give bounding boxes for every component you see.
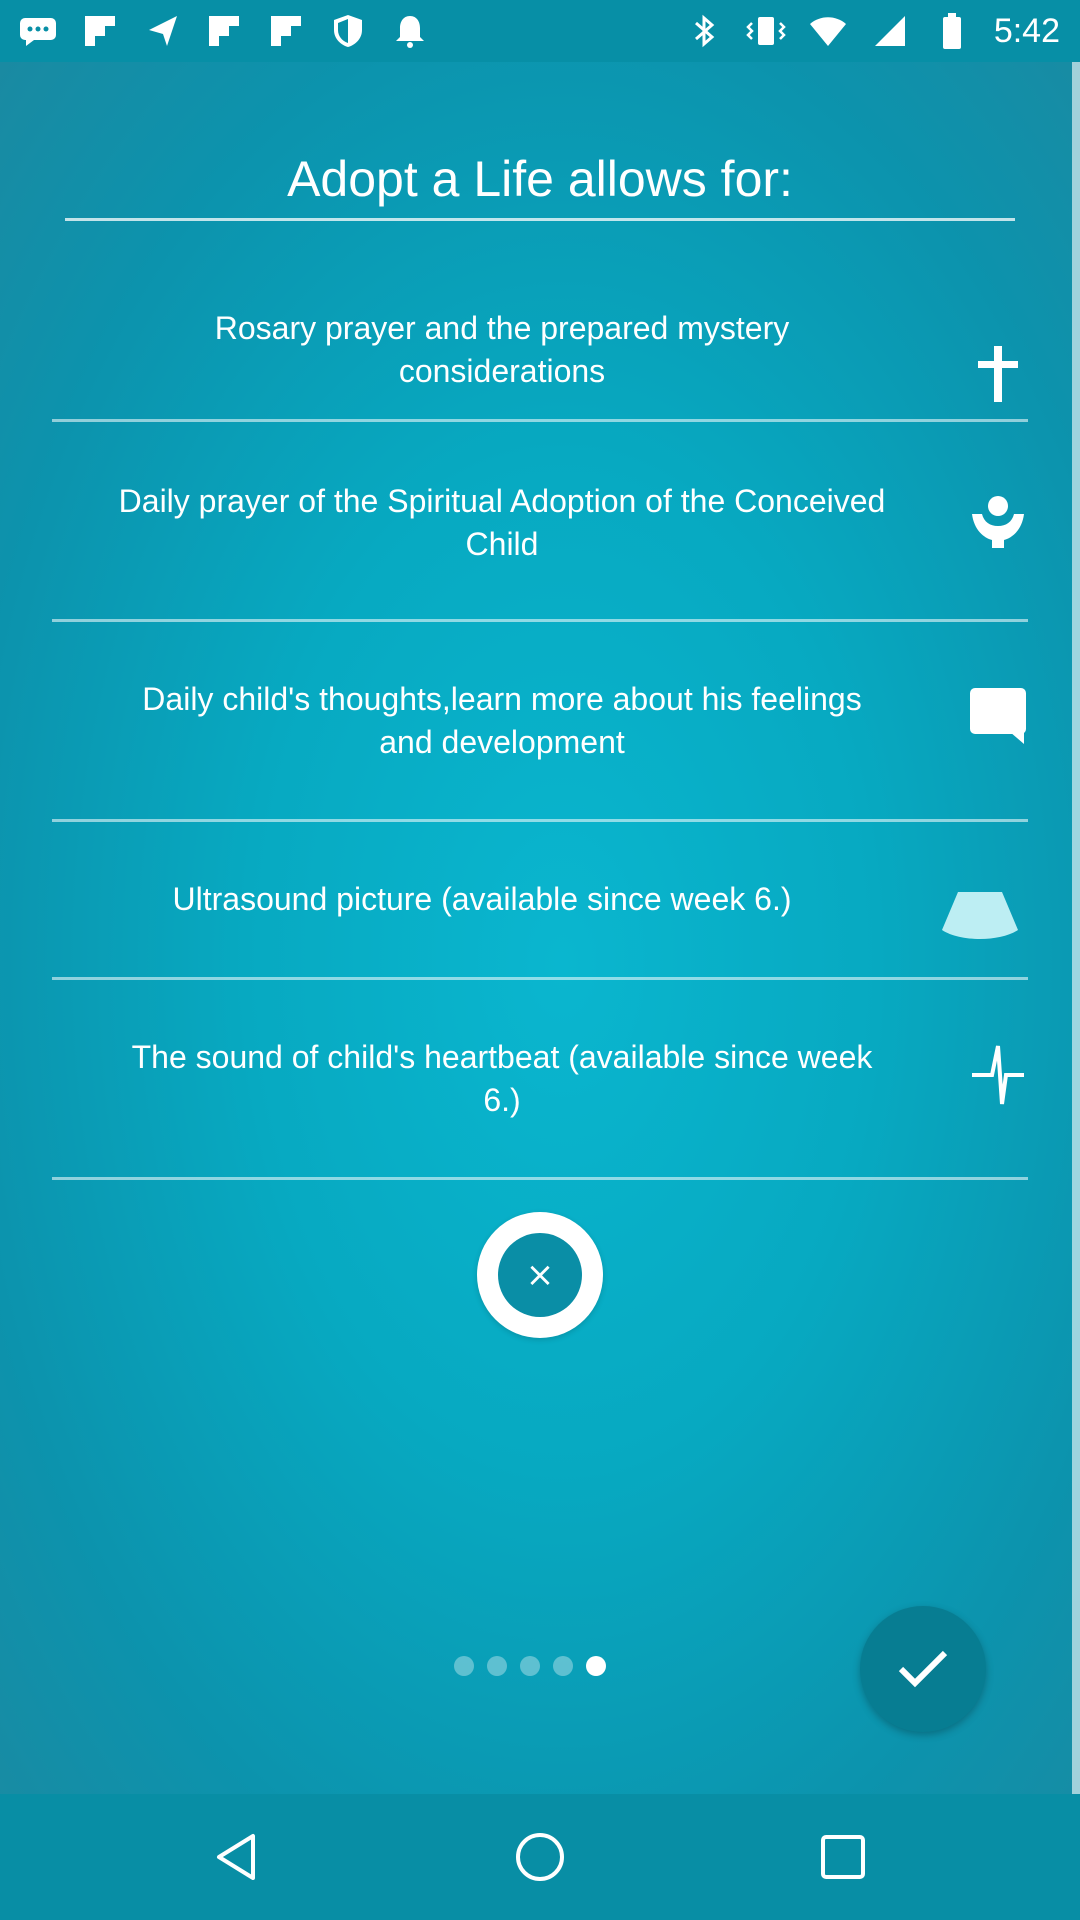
page-dot[interactable] <box>454 1656 474 1676</box>
status-bar: 5:42 <box>0 0 1080 62</box>
bell-icon <box>390 11 430 51</box>
feature-item: Daily child's thoughts,learn more about … <box>52 622 1028 822</box>
shield-icon <box>328 11 368 51</box>
bluetooth-icon <box>684 11 724 51</box>
dismiss-button[interactable]: × <box>477 1212 603 1338</box>
wifi-icon <box>808 11 848 51</box>
battery-icon <box>932 11 972 51</box>
feature-text: Daily prayer of the Spiritual Adoption o… <box>118 483 886 562</box>
feature-item: Ultrasound picture (available since week… <box>52 822 1028 980</box>
recents-icon <box>821 1835 865 1879</box>
page-dot[interactable] <box>487 1656 507 1676</box>
chat-icon <box>18 11 58 51</box>
home-icon <box>516 1833 564 1881</box>
title-divider <box>65 218 1015 221</box>
feature-text: The sound of child's heartbeat (availabl… <box>131 1039 873 1118</box>
checkmark-icon <box>898 1650 948 1688</box>
onboarding-screen: Adopt a Life allows for: Rosary prayer a… <box>0 62 1080 1794</box>
back-button[interactable] <box>207 1827 267 1887</box>
flipboard-icon <box>266 11 306 51</box>
confirm-button[interactable] <box>860 1606 986 1732</box>
system-status: 5:42 <box>684 10 1060 52</box>
feature-text: Ultrasound picture (available since week… <box>172 881 792 917</box>
cross-icon <box>968 344 1028 404</box>
clock: 5:42 <box>993 11 1060 50</box>
feature-text: Daily child's thoughts,learn more about … <box>142 681 862 760</box>
page-dot[interactable] <box>520 1656 540 1676</box>
page-dot[interactable] <box>553 1656 573 1676</box>
signal-icon <box>870 11 910 51</box>
page-title: Adopt a Life allows for: <box>287 151 793 207</box>
speech-bubble-icon <box>968 686 1028 746</box>
heartbeat-icon <box>968 1042 1028 1108</box>
feature-text: Rosary prayer and the prepared mystery c… <box>214 310 790 389</box>
ultrasound-icon <box>940 884 1020 944</box>
page-dot-active[interactable] <box>586 1656 606 1676</box>
close-icon: × <box>498 1233 582 1317</box>
page-indicator <box>454 1656 606 1676</box>
divider <box>52 1177 1028 1180</box>
feature-item: Rosary prayer and the prepared mystery c… <box>52 272 1028 422</box>
navigation-bar <box>0 1794 1080 1920</box>
navigation-icon <box>142 11 182 51</box>
back-icon <box>217 1834 255 1880</box>
flipboard-icon <box>204 11 244 51</box>
flipboard-icon <box>80 11 120 51</box>
home-button[interactable] <box>510 1827 570 1887</box>
vibrate-icon <box>746 11 786 51</box>
feature-item: Daily prayer of the Spiritual Adoption o… <box>52 422 1028 622</box>
praying-person-icon <box>968 492 1028 552</box>
feature-item: The sound of child's heartbeat (availabl… <box>52 980 1028 1180</box>
notification-icons <box>18 10 430 52</box>
recents-button[interactable] <box>813 1827 873 1887</box>
